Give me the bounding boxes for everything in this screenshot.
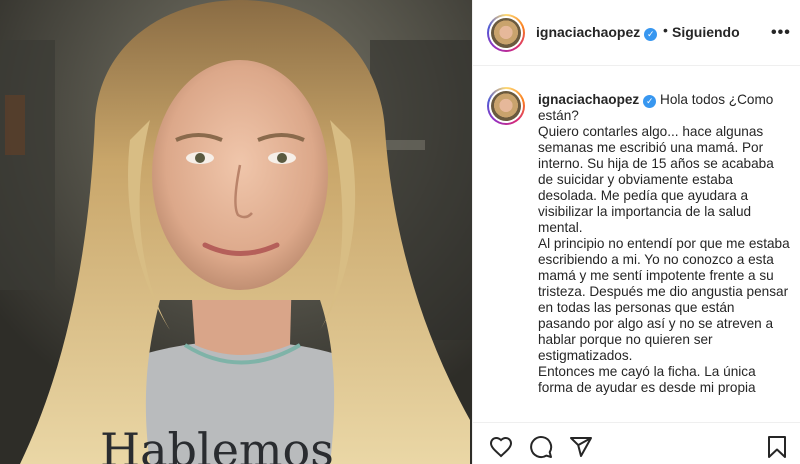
post-side-panel: ignaciachaopez ✓ • Siguiendo ••• ignaciac…: [472, 0, 800, 464]
caption-text: Hola todos ¿Como están? Quiero contarles…: [538, 92, 790, 395]
separator-dot: •: [663, 22, 668, 38]
comment-icon[interactable]: [529, 435, 553, 459]
shirt-text: Hablemos: [100, 423, 334, 464]
username-link[interactable]: ignaciachaopez ✓: [536, 24, 658, 41]
avatar[interactable]: [487, 14, 525, 52]
bookmark-icon[interactable]: [765, 435, 789, 459]
more-options-icon[interactable]: •••: [771, 24, 791, 42]
action-bar: [473, 422, 800, 464]
post-photo[interactable]: Hablemos: [0, 0, 472, 464]
caption-area[interactable]: ignaciachaopez ✓ Hola todos ¿Como están? …: [473, 67, 800, 422]
caption-verified-badge-icon: ✓: [643, 95, 657, 108]
caption: ignaciachaopez ✓ Hola todos ¿Como están? …: [538, 92, 790, 396]
selfie-image: Hablemos: [0, 0, 472, 464]
caption-avatar[interactable]: [487, 87, 525, 125]
post-header: ignaciachaopez ✓ • Siguiendo •••: [473, 0, 800, 66]
heart-icon[interactable]: [489, 435, 513, 459]
share-icon[interactable]: [569, 435, 593, 459]
caption-username[interactable]: ignaciachaopez: [538, 92, 639, 107]
verified-badge-icon: ✓: [644, 28, 658, 41]
username[interactable]: ignaciachaopez: [536, 24, 640, 40]
follow-status-button[interactable]: Siguiendo: [672, 24, 740, 40]
